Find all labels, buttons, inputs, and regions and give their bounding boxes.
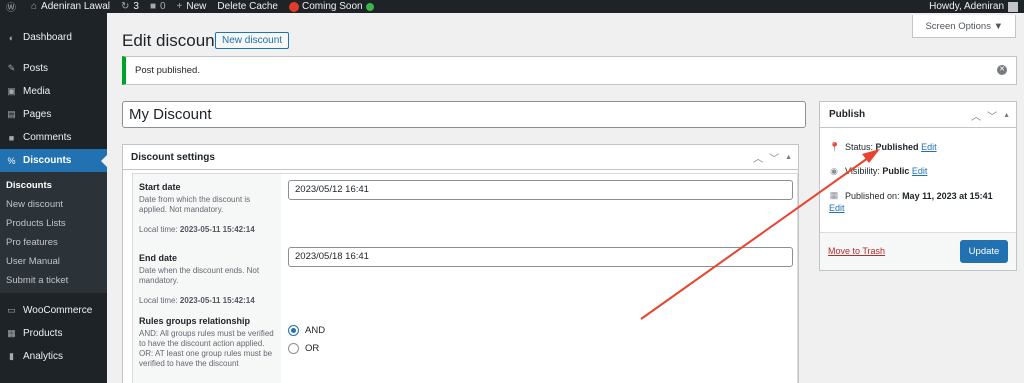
submenu-new-discount[interactable]: New discount (0, 195, 107, 214)
analytics-icon: ▮ (9, 351, 14, 361)
account-menu[interactable]: Howdy, Adeniran (929, 1, 1018, 12)
products-icon: ▦ (7, 328, 16, 338)
comments-link[interactable]: ■ 0 (150, 1, 166, 12)
pin-icon: ✎ (7, 63, 16, 73)
submenu-user-manual[interactable]: User Manual (0, 252, 107, 271)
updates-icon: ↻ (120, 1, 130, 12)
radio-and[interactable]: AND (288, 325, 325, 336)
success-notice: Post published. ✕ (122, 56, 1017, 85)
screen-options-button[interactable]: Screen Options ▼ (912, 15, 1016, 38)
move-to-trash-link[interactable]: Move to Trash (828, 246, 885, 256)
admin-bar: Ⓦ ⌂ Adeniran Lawal ↻ 3 ■ 0 + New Delete Cach… (0, 0, 1024, 14)
dismiss-icon[interactable]: ✕ (997, 65, 1007, 75)
delete-cache-link[interactable]: Delete Cache (217, 1, 278, 12)
coming-soon-link[interactable]: Coming Soon (289, 1, 374, 12)
submenu-pro-features[interactable]: Pro features (0, 233, 107, 252)
discount-settings-box: Discount settings ︿ ﹀ ▲ Start date Date … (122, 144, 799, 383)
dashboard-icon: ◐ (8, 32, 15, 43)
updates-link[interactable]: ↻ 3 (121, 1, 139, 12)
discount-settings-header[interactable]: Discount settings (123, 145, 798, 170)
sidebar-item-pages[interactable]: ▤ Pages (0, 103, 107, 126)
sidebar-item-media[interactable]: ▣ Media (0, 80, 107, 103)
radio-icon[interactable] (288, 343, 299, 354)
radio-or[interactable]: OR (288, 343, 319, 354)
wordpress-logo[interactable]: Ⓦ (6, 0, 20, 14)
coming-soon-icon (289, 1, 299, 12)
chevron-up-icon[interactable]: ︿ (753, 150, 763, 165)
end-date-field: End date Date when the discount ends. No… (139, 253, 260, 305)
comment-icon: ■ (8, 132, 15, 143)
rules-relationship-field: Rules groups relationship AND: All group… (139, 316, 274, 368)
status-dot-icon (365, 2, 374, 11)
new-discount-button[interactable]: New discount (215, 32, 290, 49)
sidebar-item-products[interactable]: ▦ Products (0, 322, 107, 345)
published-on-row: ▦ Published on: May 11, 2023 at 15:41 Edi… (829, 190, 993, 213)
publish-box: Publish ︿ ﹀ ▲ 📍 Status: Published Edit ◉… (819, 101, 1017, 271)
edit-visibility-link[interactable]: Edit (912, 166, 928, 176)
pages-icon: ▤ (7, 109, 16, 119)
notice-text: Post published. (135, 65, 200, 76)
wordpress-icon: Ⓦ (6, 3, 16, 14)
home-icon: ⌂ (31, 1, 38, 12)
submenu-submit-ticket[interactable]: Submit a ticket (0, 271, 107, 290)
post-title-input[interactable]: My Discount (122, 101, 806, 128)
sidebar-item-comments[interactable]: ■ Comments (0, 126, 107, 149)
end-date-input[interactable]: 2023/05/18 16:41 (288, 247, 793, 267)
chevron-down-icon[interactable]: ﹀ (769, 150, 779, 165)
discount-icon: % (7, 155, 16, 166)
woo-icon: ▭ (7, 305, 16, 315)
chevron-down-icon[interactable]: ﹀ (987, 108, 997, 123)
radio-selected-icon[interactable] (288, 325, 299, 336)
start-date-input[interactable]: 2023/05/12 16:41 (288, 180, 793, 200)
status-row: 📍 Status: Published Edit (829, 142, 937, 152)
new-content-link[interactable]: + New (177, 1, 207, 12)
pin-icon: 📍 (829, 142, 841, 152)
admin-sidebar: ◐ Dashboard ✎ Posts ▣ Media ▤ Pages ■ Comment… (0, 13, 107, 383)
plus-icon: + (176, 1, 183, 12)
site-name-link[interactable]: ⌂ Adeniran Lawal (31, 1, 110, 12)
collapse-toggle-icon[interactable]: ▲ (785, 154, 792, 161)
main-content: Screen Options ▼ Edit discount New disco… (107, 13, 1024, 383)
update-button[interactable]: Update (960, 240, 1008, 263)
discounts-submenu: Discounts New discount Products Lists Pr… (0, 172, 107, 293)
submenu-discounts[interactable]: Discounts (0, 176, 107, 195)
media-icon: ▣ (7, 86, 16, 96)
sidebar-item-posts[interactable]: ✎ Posts (0, 57, 107, 80)
start-date-field: Start date Date from which the discount … (139, 182, 255, 234)
comment-icon: ■ (149, 1, 156, 12)
sidebar-item-woocommerce[interactable]: ▭ WooCommerce (0, 299, 107, 322)
page-title: Edit discount (122, 31, 220, 50)
settings-table: Start date Date from which the discount … (132, 173, 798, 383)
sidebar-item-dashboard[interactable]: ◐ Dashboard (0, 26, 107, 49)
sidebar-item-analytics[interactable]: ▮ Analytics (0, 345, 107, 368)
submenu-products-lists[interactable]: Products Lists (0, 214, 107, 233)
publish-actions: Move to Trash Update (820, 232, 1016, 270)
avatar (1008, 1, 1018, 12)
chevron-up-icon[interactable]: ︿ (971, 108, 981, 123)
edit-date-link[interactable]: Edit (829, 203, 845, 213)
calendar-icon: ▦ (829, 190, 839, 200)
visibility-row: ◉ Visibility: Public Edit (830, 166, 928, 176)
collapse-toggle-icon[interactable]: ▲ (1003, 112, 1010, 119)
eye-icon: ◉ (830, 166, 838, 176)
sidebar-item-discounts[interactable]: % Discounts (0, 149, 107, 172)
edit-status-link[interactable]: Edit (921, 142, 937, 152)
